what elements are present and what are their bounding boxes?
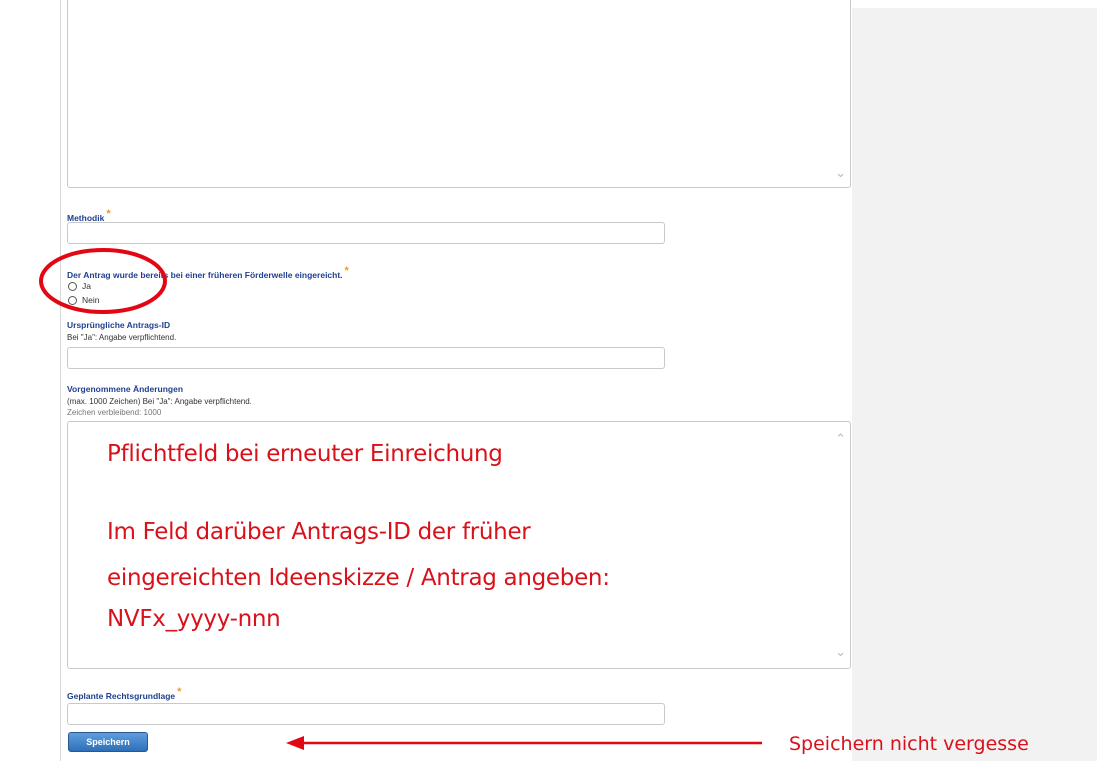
overlay-line-1: Pflichtfeld bei erneuter Einreichung [107,441,503,467]
description-textarea[interactable]: ⌄ [67,0,851,188]
methodik-input[interactable] [67,222,665,244]
scroll-down-icon[interactable]: ⌄ [835,645,846,658]
right-background [852,8,1097,761]
original-id-input[interactable] [67,347,665,369]
save-reminder-annotation: Speichern nicht vergesse [789,733,1029,755]
highlight-ellipse [39,248,167,314]
original-id-label: Ursprüngliche Antrags-ID [67,320,171,330]
legal-basis-input[interactable] [67,703,665,725]
overlay-line-2: Im Feld darüber Antrags-ID der früher [107,519,531,545]
required-asterisk: * [106,208,111,220]
scroll-up-icon[interactable]: ⌃ [835,432,846,445]
overlay-line-3: eingereichten Ideenskizze / Antrag angeb… [107,565,610,591]
page-border [60,0,61,761]
arrow-left-icon [286,736,762,750]
scroll-down-icon[interactable]: ⌄ [835,166,846,179]
changes-label: Vorgenommene Änderungen [67,384,184,394]
overlay-line-4: NVFx_yyyy-nnn [107,606,281,632]
save-button[interactable]: Speichern [68,732,148,752]
required-asterisk: * [344,265,349,277]
methodik-label: Methodik * [67,208,111,223]
required-asterisk: * [177,686,182,698]
changes-help: (max. 1000 Zeichen) Bei "Ja": Angabe ver… [67,397,252,406]
char-counter: Zeichen verbleibend: 1000 [67,408,162,417]
legal-basis-label: Geplante Rechtsgrundlage * [67,686,182,701]
original-id-help: Bei "Ja": Angabe verpflichtend. [67,333,177,342]
